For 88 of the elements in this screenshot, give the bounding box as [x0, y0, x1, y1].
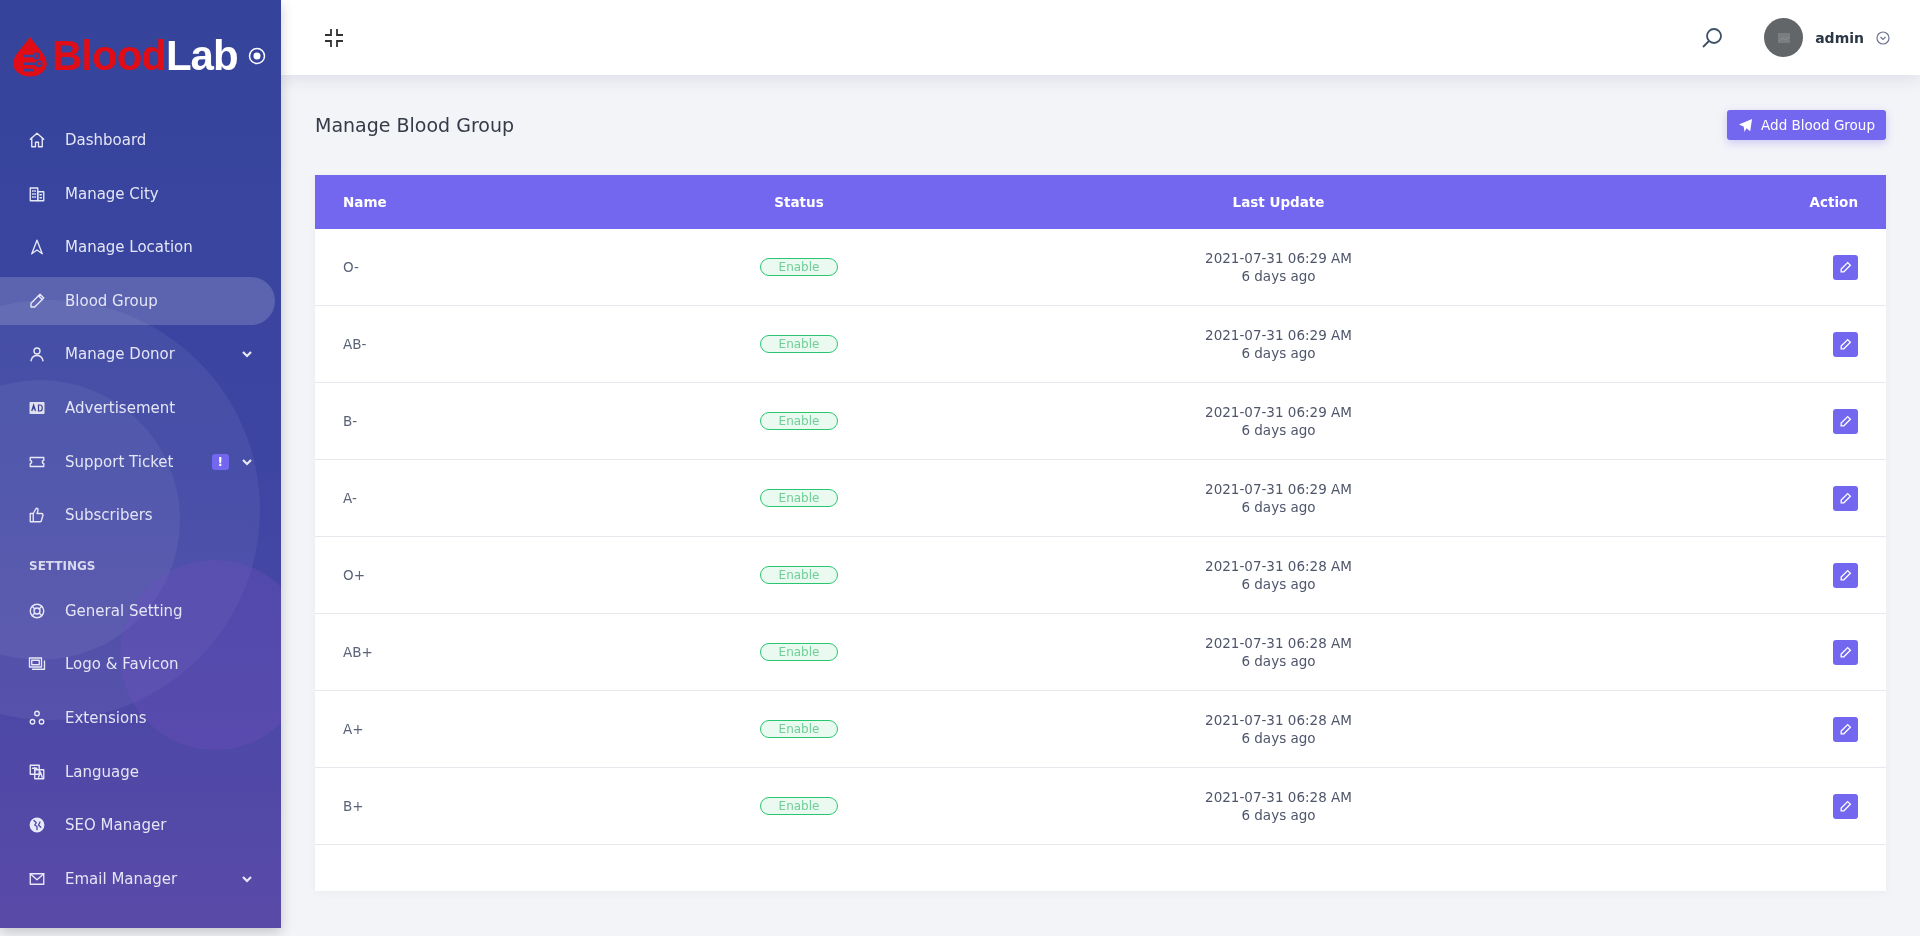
logo-text: BloodLab — [52, 32, 238, 80]
pencil-icon — [1839, 260, 1852, 274]
nodes-icon — [28, 708, 46, 727]
pencil-icon — [1839, 491, 1852, 505]
relative-time: 6 days ago — [1240, 806, 1317, 824]
column-header: Last Update — [927, 175, 1630, 229]
relative-time: 6 days ago — [1240, 267, 1317, 285]
pencil-icon — [1839, 645, 1852, 659]
edit-button[interactable] — [1833, 716, 1858, 742]
relative-time: 6 days ago — [1240, 421, 1317, 439]
relative-time: 6 days ago — [1240, 729, 1317, 747]
home-icon — [28, 131, 46, 149]
table-cell: AB- — [315, 305, 671, 383]
edit-button[interactable] — [1833, 331, 1858, 357]
date-text: 2021-07-31 06:28 AM — [1204, 557, 1353, 575]
status-badge: Enable — [759, 720, 839, 738]
edit-button[interactable] — [1833, 408, 1858, 434]
add-blood-group-button[interactable]: Add Blood Group — [1727, 110, 1886, 140]
status-badge: Enable — [759, 643, 839, 661]
sidebar-item[interactable]: Email Manager — [0, 854, 275, 903]
relative-time: 6 days ago — [1240, 575, 1317, 593]
column-header: Status — [671, 175, 927, 229]
relative-time: 6 days ago — [1240, 498, 1317, 516]
user-name[interactable]: admin — [1815, 29, 1864, 46]
date-text: 2021-07-31 06:29 AM — [1204, 403, 1353, 421]
status-badge: Enable — [759, 566, 839, 584]
edit-button[interactable] — [1833, 254, 1858, 280]
sidebar-toggle-icon[interactable] — [247, 47, 266, 65]
building-icon — [28, 184, 46, 203]
paper-plane-icon — [1738, 117, 1754, 133]
sidebar-item[interactable]: Manage Location — [0, 223, 275, 272]
user-icon — [28, 345, 46, 364]
sidebar-item[interactable]: Support Ticket ! — [0, 437, 275, 486]
table-cell: B+ — [315, 767, 671, 845]
thumbs-up-icon — [28, 506, 46, 525]
date-text: 2021-07-31 06:29 AM — [1204, 480, 1353, 498]
date-text: 2021-07-31 06:28 AM — [1204, 788, 1353, 806]
relative-time: 6 days ago — [1240, 344, 1317, 362]
sidebar-item[interactable]: Logo & Favicon — [0, 640, 275, 689]
edit-button[interactable] — [1833, 485, 1858, 511]
sidebar-item[interactable]: Subscribers — [0, 491, 275, 540]
column-header: Name — [315, 175, 671, 229]
navigation-arrow-icon — [28, 238, 46, 257]
table-cell: B- — [315, 382, 671, 460]
sidebar-item[interactable]: Manage City — [0, 169, 275, 218]
status-badge: Enable — [759, 335, 839, 353]
table-cell: A- — [315, 459, 671, 537]
pencil-icon — [28, 291, 46, 310]
sidebar-item[interactable]: Extensions — [0, 693, 275, 742]
sidebar-item[interactable]: Dashboard — [0, 116, 275, 164]
status-badge: Enable — [759, 489, 839, 507]
search-icon[interactable] — [1700, 25, 1725, 50]
sidebar-item[interactable]: General Setting — [0, 586, 275, 635]
blood-drop-icon — [12, 35, 48, 77]
date-text: 2021-07-31 06:29 AM — [1204, 326, 1353, 344]
alert-badge: ! — [211, 453, 229, 470]
date-text: 2021-07-31 06:28 AM — [1204, 634, 1353, 652]
status-badge: Enable — [759, 412, 839, 430]
status-badge: Enable — [759, 258, 839, 276]
avatar[interactable] — [1764, 18, 1804, 57]
sidebar-item[interactable]: Manage Donor — [0, 330, 275, 379]
status-badge: Enable — [759, 797, 839, 815]
lifebuoy-icon — [28, 601, 46, 620]
pencil-icon — [1839, 722, 1852, 736]
compress-icon[interactable] — [323, 26, 345, 49]
date-text: 2021-07-31 06:29 AM — [1204, 249, 1353, 267]
edit-button[interactable] — [1833, 793, 1858, 819]
edit-button[interactable] — [1833, 639, 1858, 665]
sidebar-item[interactable]: SEO Manager — [0, 801, 275, 850]
relative-time: 6 days ago — [1240, 652, 1317, 670]
pencil-icon — [1839, 337, 1852, 351]
pencil-icon — [1839, 414, 1852, 428]
sidebar-item[interactable]: Advertisement — [0, 383, 275, 432]
column-header: Action — [1630, 175, 1886, 229]
sidebar-item[interactable]: Language — [0, 747, 275, 796]
page-title: Manage Blood Group — [315, 114, 515, 136]
table-cell: A+ — [315, 690, 671, 768]
table-cell: O+ — [315, 536, 671, 614]
table-cell: O- — [315, 229, 671, 306]
chevron-down-circle-icon[interactable] — [1876, 30, 1890, 45]
date-text: 2021-07-31 06:28 AM — [1204, 711, 1353, 729]
edit-button[interactable] — [1833, 562, 1858, 588]
sidebar-item[interactable]: Blood Group — [0, 276, 275, 325]
section-heading: SETTINGS — [28, 557, 97, 575]
translate-icon — [28, 762, 46, 781]
pencil-icon — [1839, 568, 1852, 582]
pencil-icon — [1839, 799, 1852, 813]
table-cell: AB+ — [315, 613, 671, 691]
